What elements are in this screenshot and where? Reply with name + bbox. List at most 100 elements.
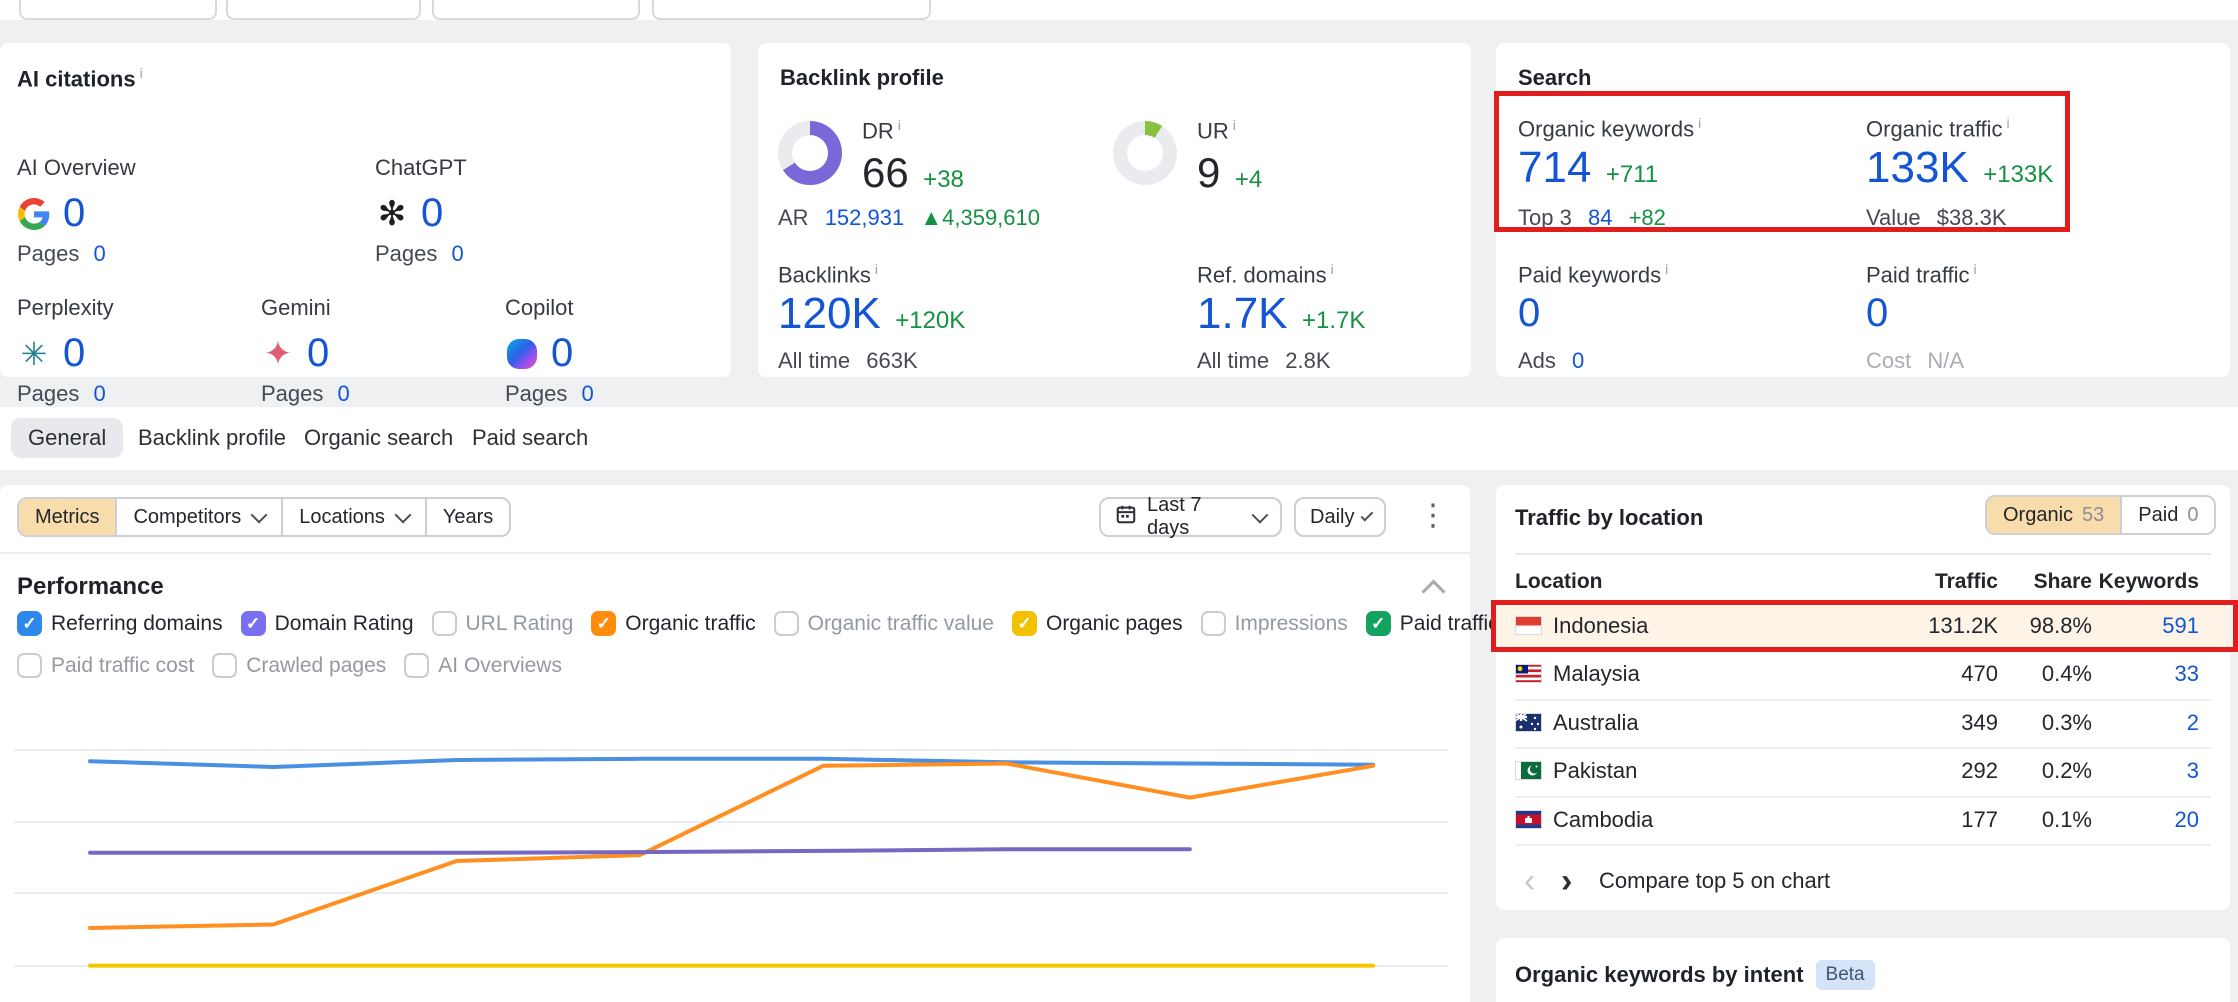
info-icon[interactable]: i: [140, 65, 143, 81]
collapse-chevron-up-icon[interactable]: [1421, 579, 1445, 603]
location-name: Malaysia: [1553, 661, 1640, 687]
checkbox-domain-rating[interactable]: ✓Domain Rating: [241, 611, 414, 636]
tab-organic-search[interactable]: Organic search: [287, 418, 470, 458]
location-name: Indonesia: [1553, 613, 1648, 639]
google-icon: [17, 197, 51, 231]
info-icon[interactable]: i: [1233, 117, 1236, 133]
granularity-button[interactable]: Daily: [1294, 497, 1386, 537]
checkbox-box: [212, 653, 237, 678]
checkbox-ai-overviews[interactable]: AI Overviews: [404, 653, 562, 678]
toolbar-filter-button[interactable]: [652, 0, 931, 20]
checkbox-organic-traffic-value[interactable]: Organic traffic value: [774, 611, 994, 636]
pages-count-link[interactable]: 0: [94, 381, 106, 406]
paid-keywords-value-link[interactable]: 0: [1518, 291, 1540, 336]
keywords-link[interactable]: 2: [2187, 710, 2199, 736]
toggle-paid[interactable]: Paid0: [2122, 497, 2214, 533]
top3-value-link[interactable]: 84: [1588, 205, 1612, 230]
checkbox-box: [404, 653, 429, 678]
compare-top5-link[interactable]: Compare top 5 on chart: [1599, 868, 1830, 894]
pages-count-link[interactable]: 0: [582, 381, 594, 406]
top3-delta: +82: [1629, 205, 1666, 230]
checkbox-organic-pages[interactable]: ✓Organic pages: [1012, 611, 1183, 636]
pages-label: Pages: [261, 381, 323, 406]
kebab-menu-icon[interactable]: ⋮: [1418, 501, 1448, 531]
ref-domains-alltime: All time 2.8K: [1197, 348, 1331, 374]
checkbox-url-rating[interactable]: URL Rating: [432, 611, 574, 636]
info-icon[interactable]: i: [1698, 115, 1701, 131]
view-segmented-control: Metrics Competitors Locations Years: [17, 497, 511, 537]
pages-count-link[interactable]: 0: [94, 241, 106, 266]
ar-value-link[interactable]: 152,931: [825, 205, 905, 230]
pagination-next-icon[interactable]: ›: [1561, 862, 1572, 901]
performance-title: Performance: [17, 573, 164, 601]
checkbox-box: [1201, 611, 1226, 636]
checkbox-box: [432, 611, 457, 636]
metric-checkbox-row-2: Paid traffic cost Crawled pages AI Overv…: [17, 653, 562, 678]
backlinks-value-link[interactable]: 120K: [778, 289, 881, 338]
info-icon[interactable]: i: [1665, 261, 1668, 277]
ur-delta: +4: [1235, 166, 1262, 193]
ar-label: AR: [778, 205, 809, 230]
engine-label: Gemini: [261, 295, 331, 321]
checkbox-crawled-pages[interactable]: Crawled pages: [212, 653, 386, 678]
pages-label: Pages: [17, 241, 79, 266]
engine-count[interactable]: 0: [63, 331, 85, 376]
table-row-pakistan[interactable]: Pakistan 292 0.2% 3: [1496, 747, 2230, 795]
engine-pages: Pages 0: [261, 381, 350, 407]
engine-count[interactable]: 0: [307, 331, 329, 376]
organic-traffic-delta: +133K: [1983, 161, 2053, 188]
segment-competitors[interactable]: Competitors: [117, 499, 283, 535]
info-icon[interactable]: i: [875, 261, 878, 277]
info-icon[interactable]: i: [898, 117, 901, 133]
tab-general[interactable]: General: [11, 418, 123, 458]
location-name: Australia: [1553, 710, 1639, 736]
toolbar-filter-button[interactable]: [19, 0, 217, 20]
checkbox-paid-traffic[interactable]: ✓Paid traffic: [1366, 611, 1499, 636]
top-toolbar-strip: [0, 0, 2238, 20]
checkbox-referring-domains[interactable]: ✓Referring domains: [17, 611, 223, 636]
info-icon[interactable]: i: [1331, 261, 1334, 277]
segment-locations[interactable]: Locations: [283, 499, 427, 535]
tab-paid-search[interactable]: Paid search: [455, 418, 605, 458]
share-value: 0.1%: [2042, 807, 2092, 833]
toggle-organic[interactable]: Organic53: [1987, 497, 2122, 533]
checkbox-organic-traffic[interactable]: ✓Organic traffic: [591, 611, 755, 636]
toolbar-filter-button[interactable]: [226, 0, 421, 20]
checkbox-box: ✓: [1012, 611, 1037, 636]
calendar-icon: [1115, 503, 1137, 531]
checkbox-paid-traffic-cost[interactable]: Paid traffic cost: [17, 653, 194, 678]
organic-traffic-value-link[interactable]: 133K: [1866, 143, 1969, 192]
table-row-indonesia[interactable]: Indonesia 131.2K 98.8% 591: [1496, 602, 2230, 650]
toolbar-filter-button[interactable]: [432, 0, 640, 20]
table-row-cambodia[interactable]: Cambodia 177 0.1% 20: [1496, 796, 2230, 844]
engine-count[interactable]: 0: [63, 191, 85, 236]
ur-label-text: UR: [1197, 118, 1229, 143]
date-range-button[interactable]: Last 7 days: [1099, 497, 1282, 537]
pagination-prev-icon[interactable]: ‹: [1524, 862, 1535, 901]
ref-domains-value-link[interactable]: 1.7K: [1197, 289, 1288, 338]
engine-count[interactable]: 0: [551, 331, 573, 376]
pages-count-link[interactable]: 0: [452, 241, 464, 266]
tab-backlink-profile[interactable]: Backlink profile: [121, 418, 303, 458]
table-row-australia[interactable]: Australia 349 0.3% 2: [1496, 699, 2230, 747]
paid-keywords-label: Paid keywordsi: [1518, 261, 1668, 288]
keywords-link[interactable]: 20: [2175, 807, 2199, 833]
divider: [1515, 553, 2211, 555]
paid-traffic-value-link[interactable]: 0: [1866, 291, 1888, 336]
info-icon[interactable]: i: [2007, 115, 2010, 131]
segment-metrics[interactable]: Metrics: [19, 499, 117, 535]
keywords-link[interactable]: 3: [2187, 758, 2199, 784]
backlink-profile-title: Backlink profile: [780, 65, 944, 90]
keywords-link[interactable]: 591: [2162, 613, 2199, 639]
segment-years[interactable]: Years: [427, 499, 509, 535]
share-value: 0.2%: [2042, 758, 2092, 784]
table-row-malaysia[interactable]: Malaysia 470 0.4% 33: [1496, 650, 2230, 698]
pages-count-link[interactable]: 0: [338, 381, 350, 406]
checkbox-impressions[interactable]: Impressions: [1201, 611, 1348, 636]
info-icon[interactable]: i: [1974, 261, 1977, 277]
pages-label: Pages: [375, 241, 437, 266]
keywords-link[interactable]: 33: [2175, 661, 2199, 687]
engine-count[interactable]: 0: [421, 191, 443, 236]
ads-value-link[interactable]: 0: [1572, 348, 1584, 373]
organic-keywords-value-link[interactable]: 714: [1518, 143, 1591, 192]
